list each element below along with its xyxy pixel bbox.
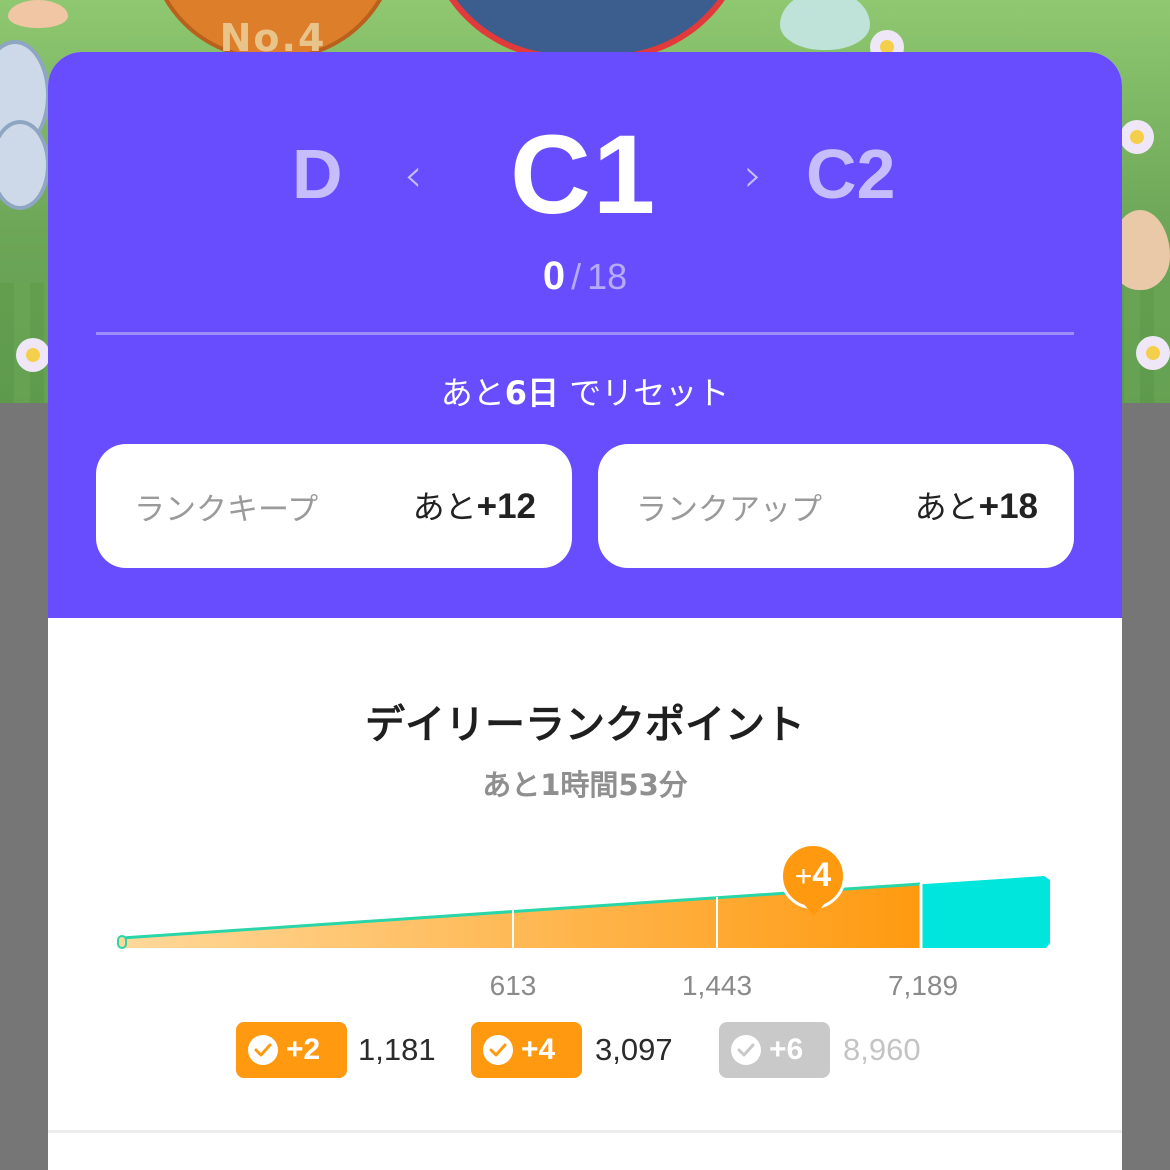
reward-chip: +4 (471, 1022, 582, 1078)
reward-chip-label: +6 (769, 1033, 804, 1066)
reward-threshold: 1,181 (358, 1032, 436, 1067)
reward-chip: +2 (236, 1022, 347, 1078)
bunny-decoration (0, 120, 50, 210)
flower-decoration (1120, 120, 1154, 154)
reward-chip-label: +4 (521, 1033, 556, 1066)
egg-decoration (780, 0, 870, 50)
check-icon (248, 1035, 278, 1065)
tick-label: 7,189 (887, 970, 959, 1001)
rank-number-badge: No.4 (148, 0, 398, 60)
player-avatar (424, 0, 750, 60)
current-bonus-bubble: +4 (780, 843, 846, 909)
check-icon (731, 1035, 761, 1065)
tick-label: 1,443 (681, 970, 753, 1001)
reward-row: +2 1,181 +4 3,097 +6 8,960 (48, 1020, 1122, 1080)
egg-decoration (8, 0, 68, 28)
current-bonus-value: 4 (812, 856, 832, 894)
reward-threshold: 8,960 (843, 1032, 921, 1067)
progress-start-cap (117, 935, 127, 949)
current-bonus-plus: + (794, 860, 813, 893)
flower-decoration (1136, 336, 1170, 370)
daily-progress-gauge (117, 876, 1050, 949)
rank-modal: D ‹ C1 › C2 0/18 あと6日 でリセット ランクキープ あと+12… (48, 52, 1122, 1170)
reward-chip: +6 (719, 1022, 830, 1078)
reward-chip-label: +2 (286, 1033, 321, 1066)
bubble-pointer (802, 902, 826, 916)
tick-label: 613 (489, 970, 537, 1001)
flower-decoration (16, 338, 50, 372)
check-icon (483, 1035, 513, 1065)
section-divider (48, 1130, 1122, 1133)
reward-threshold: 3,097 (595, 1032, 673, 1067)
